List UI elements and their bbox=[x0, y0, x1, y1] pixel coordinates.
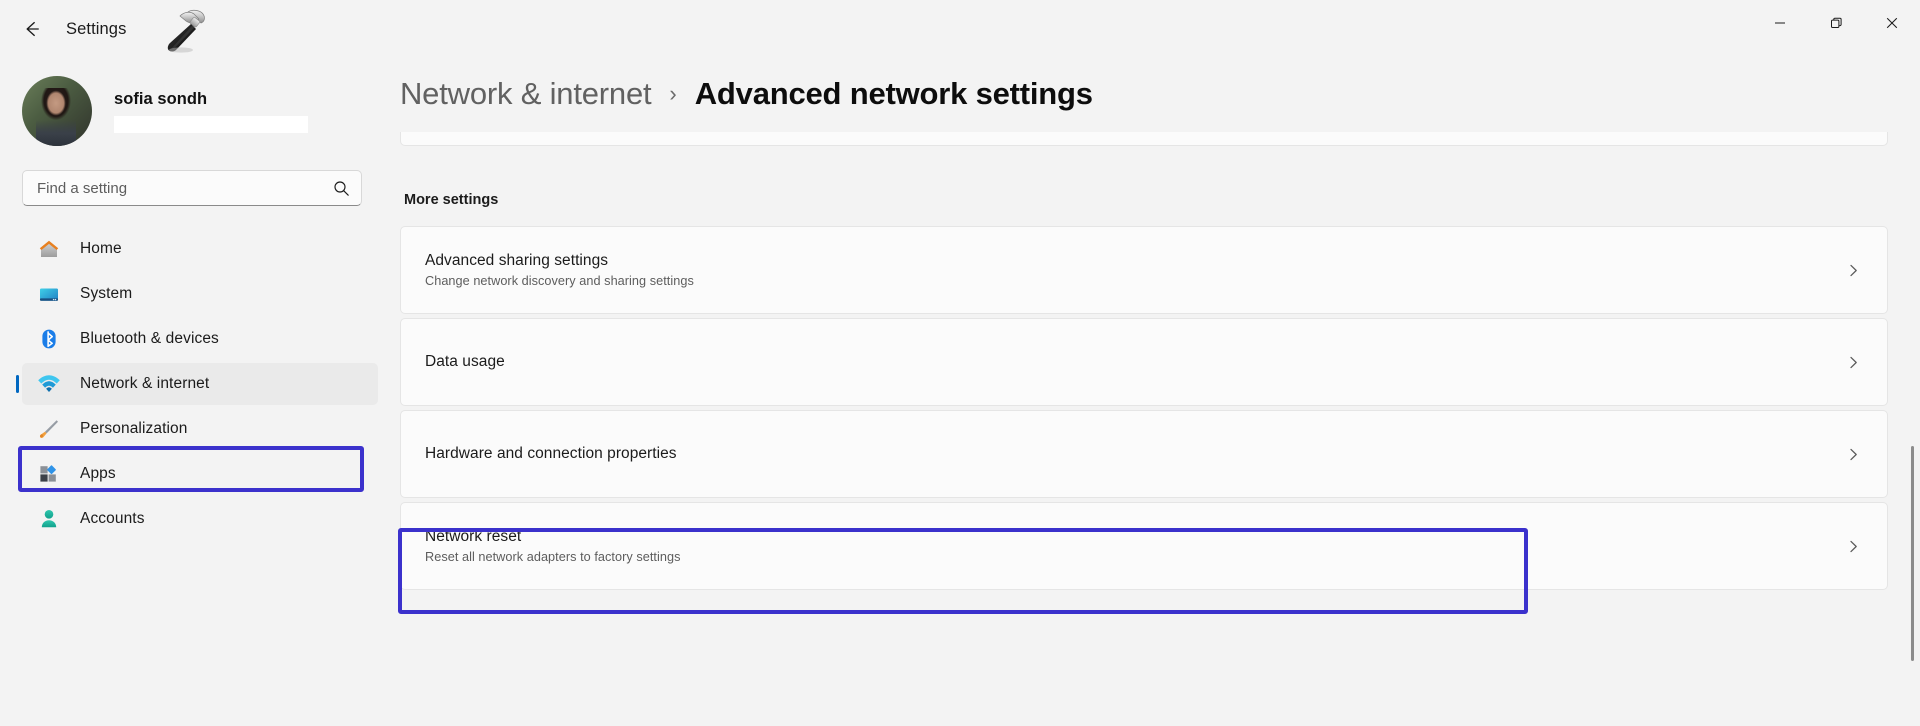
maximize-button[interactable] bbox=[1808, 0, 1864, 46]
card-data-usage[interactable]: Data usage bbox=[400, 318, 1888, 406]
chevron-right-icon bbox=[1843, 447, 1863, 462]
clipped-card-above[interactable] bbox=[400, 132, 1888, 146]
minimize-icon bbox=[1775, 22, 1785, 24]
sidebar-item-system[interactable]: System bbox=[22, 273, 378, 315]
card-subtitle: Change network discovery and sharing set… bbox=[425, 274, 694, 288]
settings-window: Settings sofia sondh Find a setting Home… bbox=[0, 0, 1920, 726]
avatar-photo bbox=[36, 88, 76, 146]
scrollbar-thumb[interactable] bbox=[1911, 446, 1914, 661]
sidebar-item-personalization[interactable]: Personalization bbox=[22, 408, 378, 450]
app-title: Settings bbox=[66, 19, 127, 38]
breadcrumb-parent[interactable]: Network & internet bbox=[400, 76, 652, 112]
sidebar-item-label: Home bbox=[80, 240, 122, 257]
card-text: Hardware and connection properties bbox=[425, 445, 1843, 463]
card-hardware-and-connection-properties[interactable]: Hardware and connection properties bbox=[400, 410, 1888, 498]
restore-icon bbox=[1831, 17, 1842, 28]
system-icon bbox=[36, 281, 62, 307]
close-icon bbox=[1886, 17, 1898, 29]
card-network-reset[interactable]: Network reset Reset all network adapters… bbox=[400, 502, 1888, 590]
content-scrollbar[interactable] bbox=[1911, 276, 1914, 726]
card-text: Network reset Reset all network adapters… bbox=[425, 528, 1843, 564]
chevron-right-icon bbox=[1843, 539, 1863, 554]
card-text: Advanced sharing settings Change network… bbox=[425, 252, 1843, 288]
chevron-right-icon bbox=[1843, 355, 1863, 370]
card-title: Data usage bbox=[425, 353, 505, 370]
section-title-more-settings: More settings bbox=[404, 192, 499, 208]
sidebar-item-label: Apps bbox=[80, 465, 116, 482]
search-input[interactable] bbox=[37, 179, 333, 197]
page-title: Advanced network settings bbox=[694, 76, 1093, 111]
sidebar-item-accounts[interactable]: Accounts bbox=[22, 498, 378, 540]
window-body: sofia sondh Find a setting Home System B… bbox=[0, 58, 1920, 726]
chevron-right-icon bbox=[1843, 263, 1863, 278]
card-advanced-sharing-settings[interactable]: Advanced sharing settings Change network… bbox=[400, 226, 1888, 314]
bluetooth-icon bbox=[36, 326, 62, 352]
paintbrush-icon bbox=[36, 416, 62, 442]
hammer-icon bbox=[158, 6, 212, 56]
main-content: Network & internet › Advanced network se… bbox=[394, 58, 1920, 726]
window-controls bbox=[1752, 0, 1920, 46]
card-subtitle: Reset all network adapters to factory se… bbox=[425, 550, 681, 564]
card-title: Network reset bbox=[425, 528, 522, 545]
card-title: Advanced sharing settings bbox=[425, 252, 609, 269]
back-button[interactable] bbox=[14, 11, 50, 47]
home-icon bbox=[36, 236, 62, 262]
apps-icon bbox=[36, 461, 62, 487]
breadcrumb-separator-icon: › bbox=[669, 81, 677, 106]
account-info: sofia sondh bbox=[114, 90, 308, 133]
breadcrumb: Network & internet › Advanced network se… bbox=[400, 58, 1920, 132]
back-arrow-icon bbox=[26, 21, 39, 37]
search-icon bbox=[333, 180, 351, 197]
sidebar: sofia sondh Find a setting Home System B… bbox=[0, 58, 394, 726]
account-block[interactable]: sofia sondh bbox=[0, 58, 394, 154]
sidebar-item-label: Bluetooth & devices bbox=[80, 330, 219, 347]
sidebar-item-bluetooth[interactable]: Bluetooth & devices bbox=[22, 318, 378, 360]
avatar bbox=[22, 76, 92, 146]
accounts-icon bbox=[36, 506, 62, 532]
card-text: Data usage bbox=[425, 353, 1843, 371]
sidebar-item-network-internet[interactable]: Network & internet bbox=[22, 363, 378, 405]
sidebar-item-label: Accounts bbox=[80, 510, 145, 527]
close-button[interactable] bbox=[1864, 0, 1920, 46]
sidebar-item-home[interactable]: Home bbox=[22, 228, 378, 270]
title-bar: Settings bbox=[0, 0, 1920, 58]
sidebar-item-label: System bbox=[80, 285, 133, 302]
account-email-redacted bbox=[114, 115, 308, 133]
sidebar-nav: Home System Bluetooth & devices Network … bbox=[0, 228, 394, 540]
sidebar-item-label: Network & internet bbox=[80, 375, 210, 392]
card-title: Hardware and connection properties bbox=[425, 445, 677, 462]
minimize-button[interactable] bbox=[1752, 0, 1808, 46]
sidebar-item-label: Personalization bbox=[80, 420, 188, 437]
search-box[interactable] bbox=[22, 170, 362, 206]
settings-scroll-area: More settings Advanced sharing settings … bbox=[398, 132, 1920, 726]
account-name: sofia sondh bbox=[114, 89, 208, 108]
sidebar-item-apps[interactable]: Apps bbox=[22, 453, 378, 495]
wifi-icon bbox=[36, 371, 62, 397]
